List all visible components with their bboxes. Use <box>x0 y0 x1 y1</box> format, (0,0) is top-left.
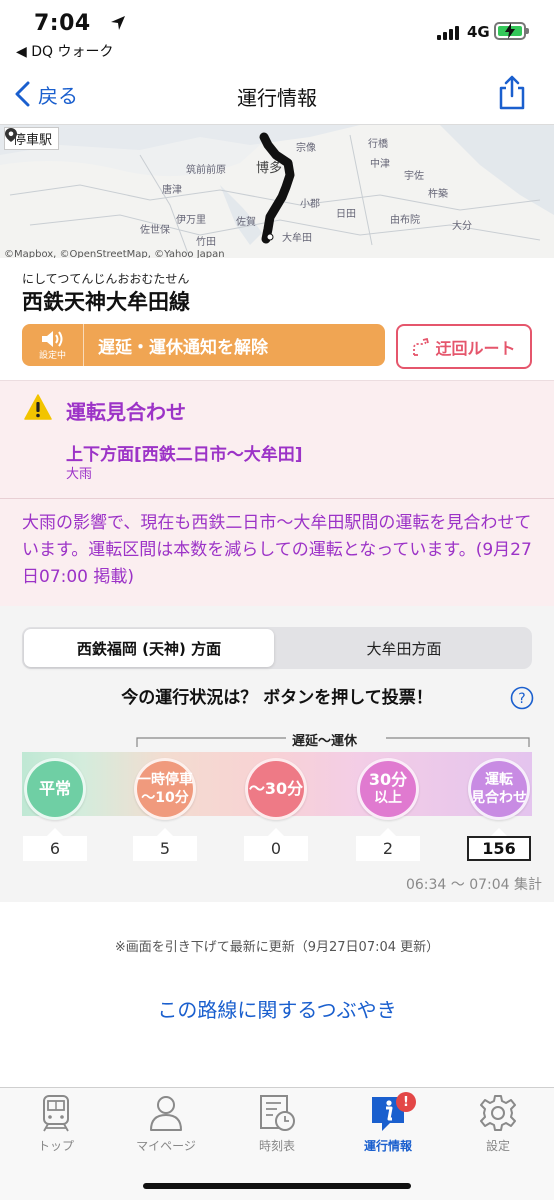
map-place-label: 大牟田 <box>282 233 312 244</box>
vote-option-sublabel: 以上 <box>374 790 402 806</box>
map-attribution: ©Mapbox, ©OpenStreetMap, ©Yahoo Japan <box>4 249 225 258</box>
location-arrow-icon <box>111 16 125 30</box>
notification-setting-indicator: 設定中 <box>22 324 84 366</box>
status-time: 7:04 <box>34 11 91 36</box>
map-place-label: 宗像 <box>296 143 316 154</box>
tab-operation-info[interactable]: ! 運行情報 <box>338 1092 438 1155</box>
vote-count-delay-30min: 0 <box>244 836 308 861</box>
map-place-label: 大分 <box>452 221 472 232</box>
tab-label: 運行情報 <box>363 1139 412 1153</box>
battery-charging-icon <box>494 22 529 40</box>
map-graphics <box>0 125 554 258</box>
status-bar: 7:04 ◀ DQ ウォーク 4G <box>0 0 554 62</box>
vote-option-label: 30分 <box>368 770 408 789</box>
notification-badge: ! <box>396 1092 416 1112</box>
tab-mypage[interactable]: マイページ <box>116 1093 216 1155</box>
status-cause: 大雨 <box>66 467 93 482</box>
vote-button-delay-10min[interactable]: 一時停車 〜10分 <box>134 758 196 820</box>
line-name: 西鉄天神大牟田線 <box>22 290 190 314</box>
route-map[interactable]: 停車駅 行橋 中津 宇佐 杵築 日田 由布院 大分 唐津 伊万里 佐賀 佐世保 … <box>0 124 554 258</box>
notification-setting-label: 設定中 <box>38 351 66 361</box>
svg-text:?: ? <box>518 691 525 707</box>
tab-timetable[interactable]: 時刻表 <box>227 1093 327 1155</box>
timetable-icon <box>260 1095 295 1131</box>
vote-count-pointer <box>47 828 63 836</box>
map-stops-badge[interactable]: 停車駅 <box>4 127 60 150</box>
navigation-bar: 戻る 運行情報 <box>0 62 554 124</box>
network-type: 4G <box>467 23 490 41</box>
vote-count-pointer <box>157 828 173 836</box>
tab-direction-omuta[interactable]: 大牟田方面 <box>278 629 530 667</box>
tab-label: マイページ <box>136 1139 196 1153</box>
line-tweets-link[interactable]: この路線に関するつぶやき <box>0 994 554 1023</box>
gear-icon <box>480 1095 516 1131</box>
detour-arrow-icon <box>413 337 430 356</box>
map-place-label: 筑前前原 <box>186 165 226 176</box>
map-place-label: 行橋 <box>368 139 388 150</box>
page-title: 運行情報 <box>237 86 317 110</box>
map-place-label: 宇佐 <box>404 171 424 182</box>
vote-count-delay-10min: 5 <box>133 836 197 861</box>
tab-label: 設定 <box>485 1139 510 1153</box>
cancel-notification-label: 遅延・運休通知を解除 <box>98 337 268 358</box>
vote-count-delay-over-30min: 2 <box>356 836 420 861</box>
train-icon <box>43 1095 69 1132</box>
map-place-label: 中津 <box>370 159 390 170</box>
detour-route-button[interactable]: 迂回ルート <box>396 324 532 369</box>
status-divider <box>0 498 554 499</box>
vote-count-suspended: 156 <box>467 836 531 861</box>
person-icon <box>150 1096 182 1131</box>
map-pin-icon <box>5 128 17 142</box>
vote-option-label: 〜30分 <box>248 779 304 798</box>
tab-direction-tenjin[interactable]: 西鉄福岡 (天神) 方面 <box>24 629 274 667</box>
home-indicator <box>143 1183 411 1189</box>
tab-label: 時刻表 <box>258 1139 295 1153</box>
vote-option-label: 平常 <box>38 779 71 798</box>
map-place-label: 小郡 <box>300 199 320 210</box>
share-icon[interactable] <box>496 74 528 110</box>
tally-period: 06:34 〜 07:04 集計 <box>405 877 542 893</box>
refresh-note: ※画面を引き下げて最新に更新（9月27日07:04 更新） <box>114 940 440 955</box>
map-place-label: 伊万里 <box>176 215 206 226</box>
map-place-label: 由布院 <box>390 215 420 226</box>
map-place-label: 日田 <box>336 209 356 220</box>
vote-button-delay-over-30min[interactable]: 30分 以上 <box>357 758 419 820</box>
map-stops-label: 停車駅 <box>13 133 53 148</box>
affected-section: 上下方面[西鉄二日市〜大牟田] <box>66 445 303 465</box>
warning-icon <box>24 394 52 420</box>
map-place-label: 佐賀 <box>236 217 256 228</box>
map-place-label: 杵築 <box>428 189 448 200</box>
vote-prompt: 今の運行状況は？ ボタンを押して投票！ <box>121 688 433 708</box>
tab-top[interactable]: トップ <box>6 1093 106 1155</box>
map-place-label: 博多 <box>256 161 283 176</box>
vote-option-label: 一時停車 <box>137 772 193 788</box>
vote-option-sublabel: 見合わせ <box>471 790 527 806</box>
vote-button-normal[interactable]: 平常 <box>24 758 86 820</box>
vote-count-pointer <box>491 828 507 836</box>
map-place-label: 佐世保 <box>140 225 170 236</box>
line-name-reading: にしてつてんじんおおむたせん <box>22 272 190 286</box>
cancel-notification-button[interactable]: 設定中 遅延・運休通知を解除 <box>22 324 385 366</box>
tab-label: トップ <box>37 1139 74 1153</box>
vote-count-pointer <box>268 828 284 836</box>
map-place-label: 竹田 <box>196 237 216 248</box>
detour-route-label: 迂回ルート <box>435 338 516 358</box>
vote-button-delay-30min[interactable]: 〜30分 <box>245 758 307 820</box>
vote-count-normal: 6 <box>23 836 87 861</box>
back-to-app-link[interactable]: ◀ DQ ウォーク <box>16 41 113 61</box>
status-title: 運転見合わせ <box>66 400 186 424</box>
vote-option-label: 運転 <box>485 772 513 788</box>
tab-settings[interactable]: 設定 <box>448 1093 548 1155</box>
direction-segment-control: 西鉄福岡 (天神) 方面 大牟田方面 <box>22 627 532 669</box>
cellular-signal-icon <box>437 26 461 40</box>
map-place-label: 唐津 <box>162 185 182 196</box>
vote-option-sublabel: 〜10分 <box>141 790 189 806</box>
speaker-icon <box>41 331 62 347</box>
delay-range-bracket <box>136 737 530 747</box>
vote-button-suspended[interactable]: 運転 見合わせ <box>468 758 530 820</box>
vote-count-pointer <box>380 828 396 836</box>
status-description: 大雨の影響で、現在も西鉄二日市〜大牟田駅間の運転を見合わせています。運転区間は本… <box>22 513 532 587</box>
help-icon[interactable]: ? <box>510 686 534 710</box>
